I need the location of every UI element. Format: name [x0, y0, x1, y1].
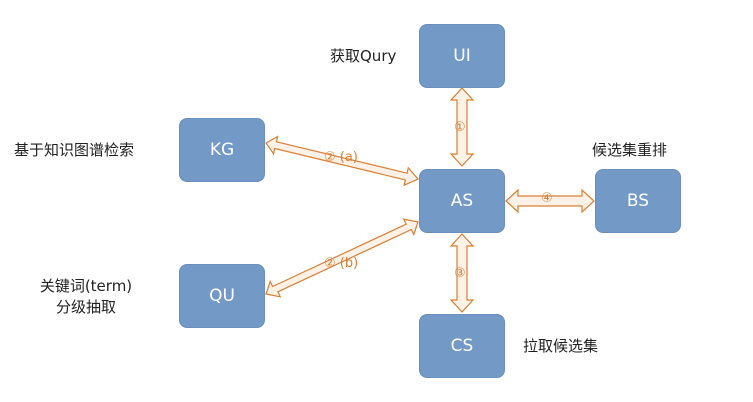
node-ui-label: UI — [453, 46, 471, 66]
node-qu: QU — [179, 264, 265, 328]
label-kg: 基于知识图谱检索 — [14, 141, 135, 159]
node-kg-label: KG — [209, 140, 235, 160]
node-bs: BS — [595, 169, 681, 233]
node-cs-label: CS — [450, 336, 474, 356]
node-as-label: AS — [450, 191, 474, 211]
edge-label-ui-as: ① — [454, 120, 466, 135]
label-cs: 拉取候选集 — [523, 337, 599, 355]
node-cs: CS — [419, 314, 505, 378]
node-bs-label: BS — [626, 191, 650, 211]
label-qu: 关键词(term) 分级抽取 — [22, 276, 150, 318]
edge-label-kg-as: ② (a) — [324, 150, 358, 165]
label-ui: 获取Qury — [330, 47, 397, 65]
node-kg: KG — [179, 118, 265, 182]
edge-label-cs-as: ③ — [454, 266, 466, 281]
edge-label-as-bs: ④ — [541, 191, 553, 206]
node-as: AS — [419, 169, 505, 233]
label-qu-line1: 关键词(term) — [39, 277, 133, 295]
flow-diagram: UI KG AS BS QU CS 获取Qury 基于知识图谱检索 候选集重排 … — [0, 0, 753, 402]
label-qu-line2: 分级抽取 — [55, 298, 116, 316]
label-bs: 候选集重排 — [592, 141, 668, 159]
node-ui: UI — [419, 24, 505, 88]
edge-label-qu-as: ② (b) — [324, 256, 359, 271]
node-qu-label: QU — [209, 286, 235, 306]
